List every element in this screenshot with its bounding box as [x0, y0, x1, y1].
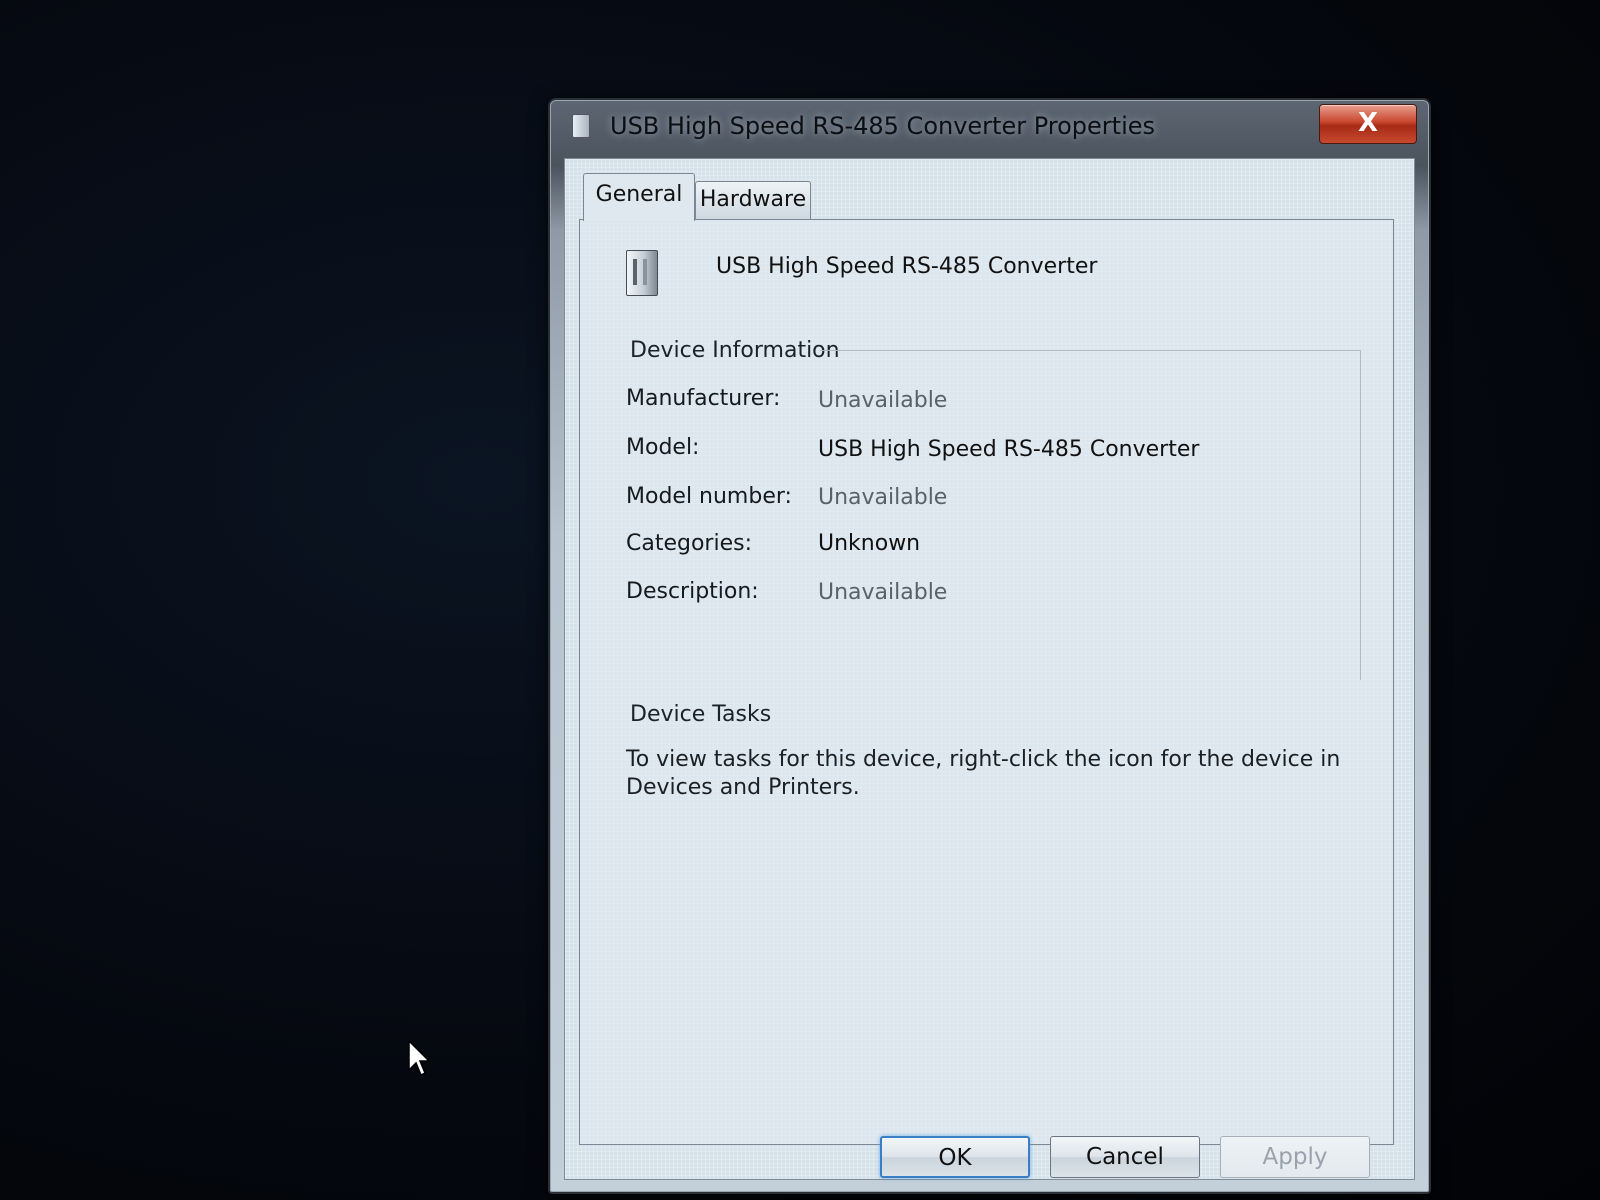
group-divider — [820, 350, 1360, 351]
dialog-client-area: General Hardware USB High Speed RS-485 C… — [564, 158, 1415, 1180]
model-label: Model: — [626, 435, 700, 460]
mouse-cursor-icon — [408, 1040, 431, 1077]
cancel-button[interactable]: Cancel — [1050, 1136, 1200, 1178]
device-name: USB High Speed RS-485 Converter — [716, 254, 1098, 279]
usb-device-icon — [626, 250, 658, 296]
description-label: Description: — [626, 579, 759, 604]
window-title: USB High Speed RS-485 Converter Properti… — [610, 112, 1156, 140]
group-border — [1360, 350, 1361, 680]
model-number-value: Unavailable — [818, 485, 948, 510]
description-value: Unavailable — [818, 580, 948, 605]
model-number-label: Model number: — [626, 484, 792, 509]
manufacturer-label: Manufacturer: — [626, 386, 781, 411]
categories-value: Unknown — [818, 531, 921, 556]
device-tasks-text: To view tasks for this device, right-cli… — [626, 747, 1341, 800]
properties-dialog: USB High Speed RS-485 Converter Properti… — [548, 98, 1431, 1194]
tab-general[interactable]: General — [583, 173, 695, 221]
device-information-heading: Device Information — [630, 338, 840, 363]
general-tab-panel: USB High Speed RS-485 Converter Device I… — [579, 219, 1394, 1145]
categories-label: Categories: — [626, 531, 752, 556]
tab-hardware[interactable]: Hardware — [695, 181, 811, 219]
close-button[interactable]: X — [1319, 104, 1417, 144]
device-tasks-heading: Device Tasks — [630, 702, 772, 727]
ok-button[interactable]: OK — [880, 1136, 1030, 1178]
manufacturer-value: Unavailable — [818, 388, 948, 413]
model-value: USB High Speed RS-485 Converter — [818, 437, 1200, 462]
title-bar[interactable]: USB High Speed RS-485 Converter Properti… — [550, 100, 1429, 156]
apply-button[interactable]: Apply — [1220, 1136, 1370, 1178]
device-title-icon — [572, 114, 590, 138]
